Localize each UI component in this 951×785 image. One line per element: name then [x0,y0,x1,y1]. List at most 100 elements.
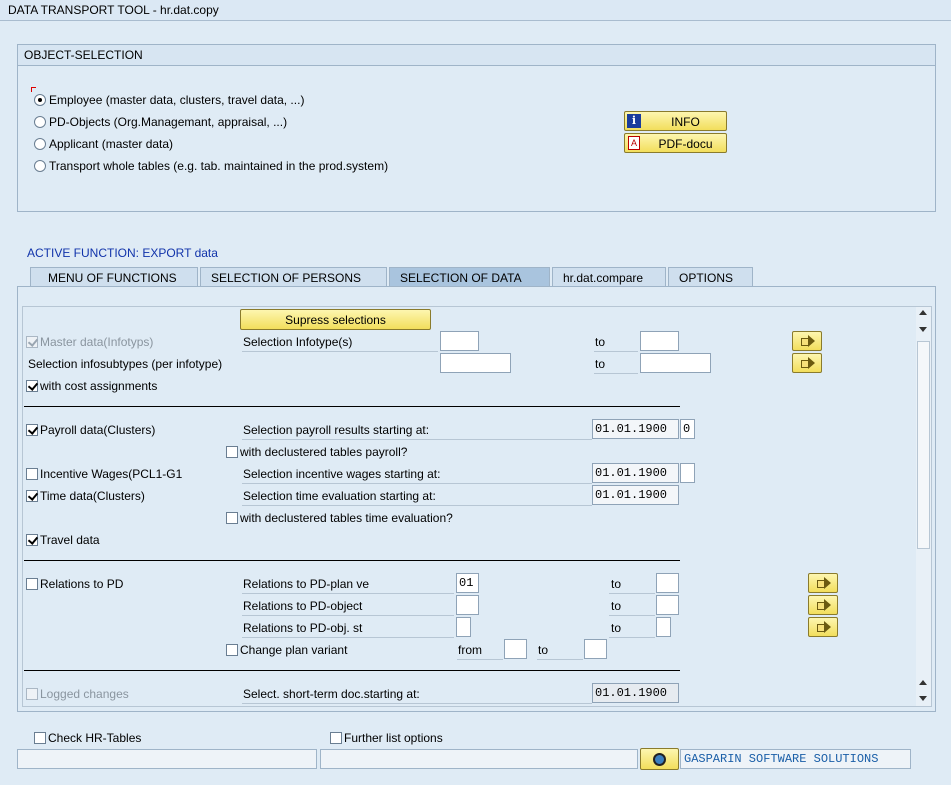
logged-changes-checkbox[interactable] [26,688,38,700]
separator [24,406,680,407]
rel-object-to-input[interactable] [656,595,679,615]
change-plan-from-label: from [458,643,482,657]
subtype-to-input[interactable] [640,353,711,373]
master-data-checkbox[interactable] [26,336,38,348]
rel-status-from-input[interactable] [456,617,471,637]
radio-whole-tables[interactable] [34,160,46,172]
underline [457,659,503,660]
window-title: DATA TRANSPORT TOOL - hr.dat.copy [0,0,951,21]
incentive-checkbox[interactable] [26,468,38,480]
object-selection-title: OBJECT-SELECTION [17,44,936,66]
payroll-label: Payroll data(Clusters) [40,423,156,437]
underline [242,593,454,594]
cost-assignments-checkbox[interactable] [26,380,38,392]
change-plan-from-input[interactable] [504,639,527,659]
scrollbar[interactable] [916,307,931,706]
info-button[interactable]: i INFO [624,111,727,131]
declustered-time-checkbox[interactable] [226,512,238,524]
change-plan-to-label: to [538,643,549,657]
rel-plan-to-label: to [611,577,622,591]
logo-button[interactable] [640,748,679,770]
separator [24,670,680,671]
incentive-selection-label: Selection incentive wages starting at: [243,467,441,481]
subtype-to-label: to [595,357,606,371]
rel-status-to-input[interactable] [656,617,671,637]
brand-label: GASPARIN SOFTWARE SOLUTIONS [680,749,911,769]
rel-status-multiple-selection-button[interactable] [808,617,838,637]
payroll-checkbox[interactable] [26,424,38,436]
status-field-1 [17,749,317,769]
rel-object-multiple-selection-button[interactable] [808,595,838,615]
radio-pd-objects[interactable] [34,116,46,128]
tab-hr-dat-compare[interactable]: hr.dat.compare [552,267,666,287]
travel-data-checkbox[interactable] [26,534,38,546]
change-plan-label: Change plan variant [240,643,348,657]
status-field-2 [320,749,638,769]
incentive-date-input[interactable]: 01.01.1900 [592,463,679,483]
payroll-date-input[interactable]: 01.01.1900 [592,419,679,439]
scroll-up-icon[interactable] [919,310,927,315]
time-data-label: Time data(Clusters) [40,489,145,503]
underline [242,615,454,616]
tab-selection-of-data[interactable]: SELECTION OF DATA [389,267,550,287]
underline [242,637,454,638]
infotype-from-input[interactable] [440,331,479,351]
incentive-extra-input[interactable] [680,463,695,483]
pdf-docu-button[interactable]: A PDF-docu [624,133,727,153]
underline [242,703,592,704]
underline [609,637,655,638]
radio-employee[interactable] [34,94,46,106]
radio-pd-objects-label: PD-Objects (Org.Managemant, appraisal, .… [49,115,288,129]
scroll-down-icon[interactable] [919,327,927,332]
infotype-multiple-selection-button[interactable] [792,331,822,351]
underline [242,505,592,506]
time-date-input[interactable]: 01.01.1900 [592,485,679,505]
infotype-to-label: to [595,335,606,349]
selection-subtypes-label: Selection infosubtypes (per infotype) [28,357,223,371]
radio-whole-tables-label: Transport whole tables (e.g. tab. mainta… [49,159,389,173]
scroll-thumb[interactable] [917,341,930,549]
rel-object-from-input[interactable] [456,595,479,615]
declustered-payroll-label: with declustered tables payroll? [240,445,408,459]
incentive-label: Incentive Wages(PCL1-G1 [40,467,183,481]
tab-menu-of-functions[interactable]: MENU OF FUNCTIONS [30,267,198,287]
travel-data-label: Travel data [40,533,100,547]
rel-plan-label: Relations to PD-plan ve [243,577,370,591]
master-data-label: Master data(Infotyps) [40,335,154,349]
further-list-options-checkbox[interactable] [330,732,342,744]
change-plan-to-input[interactable] [584,639,607,659]
declustered-payroll-checkbox[interactable] [226,446,238,458]
radio-applicant-label: Applicant (master data) [49,137,174,151]
subtype-from-input[interactable] [440,353,511,373]
infotype-to-input[interactable] [640,331,679,351]
underline [242,483,592,484]
underline [609,593,655,594]
pdf-docu-button-label: PDF-docu [658,137,713,151]
subtype-multiple-selection-button[interactable] [792,353,822,373]
separator [24,560,680,561]
relations-pd-label: Relations to PD [40,577,124,591]
radio-employee-label: Employee (master data, clusters, travel … [49,93,305,107]
tab-selection-of-persons[interactable]: SELECTION OF PERSONS [200,267,387,287]
rel-plan-from-input[interactable]: 01 [456,573,479,593]
time-data-checkbox[interactable] [26,490,38,502]
scroll-down-bottom-icon[interactable] [919,696,927,701]
pdf-icon: A [628,136,640,150]
rel-plan-to-input[interactable] [656,573,679,593]
logged-selection-label: Select. short-term doc.starting at: [243,687,420,701]
payroll-selection-label: Selection payroll results starting at: [243,423,430,437]
check-hr-tables-label: Check HR-Tables [48,731,142,745]
tab-options[interactable]: OPTIONS [668,267,753,287]
radio-applicant[interactable] [34,138,46,150]
supress-selections-button[interactable]: Supress selections [240,309,431,330]
time-selection-label: Selection time evaluation starting at: [243,489,436,503]
underline [242,439,592,440]
relations-pd-checkbox[interactable] [26,578,38,590]
payroll-extra-input[interactable]: 0 [680,419,695,439]
underline [537,659,583,660]
scroll-up-bottom-icon[interactable] [919,680,927,685]
rel-plan-multiple-selection-button[interactable] [808,573,838,593]
logged-date-input[interactable]: 01.01.1900 [592,683,679,703]
check-hr-tables-checkbox[interactable] [34,732,46,744]
change-plan-checkbox[interactable] [226,644,238,656]
